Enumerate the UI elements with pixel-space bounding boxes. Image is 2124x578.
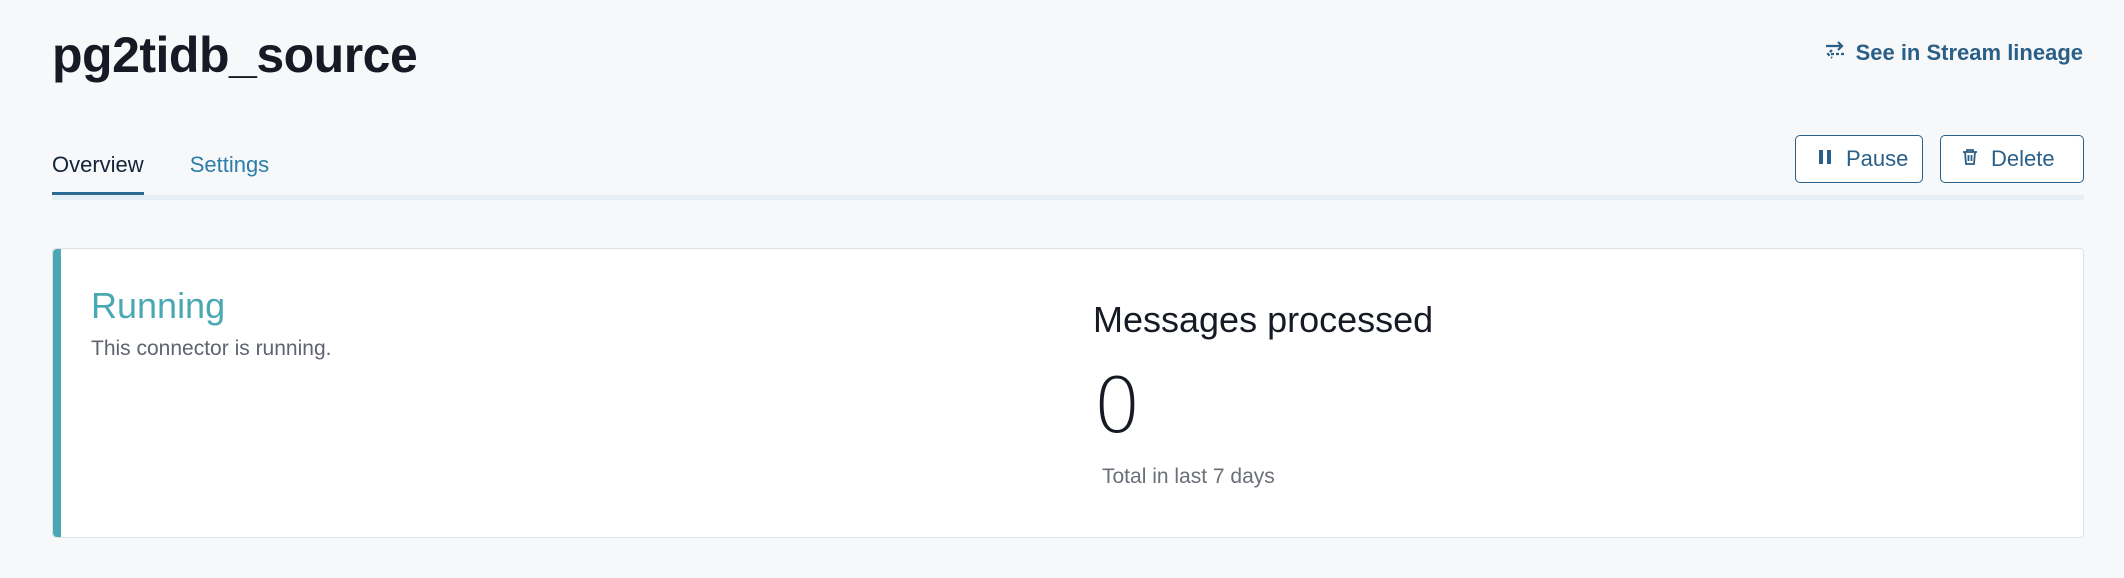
status-description: This connector is running.	[91, 337, 332, 360]
delete-button-label: Delete	[1991, 146, 2055, 171]
messages-processed-title: Messages processed	[1093, 299, 1434, 340]
delete-button[interactable]: Delete	[1940, 135, 2084, 183]
see-in-stream-lineage-link[interactable]: See in Stream lineage	[1824, 40, 2083, 66]
page-title: pg2tidb_source	[52, 27, 418, 83]
status-accent-bar	[53, 249, 61, 537]
tab-bar: Overview Settings	[52, 152, 270, 197]
tab-overview[interactable]: Overview	[52, 152, 144, 197]
tab-divider	[52, 195, 2084, 200]
messages-processed-caption: Total in last 7 days	[1102, 465, 1275, 488]
lineage-icon	[1824, 40, 1846, 66]
lineage-link-label: See in Stream lineage	[1855, 40, 2083, 65]
pause-icon	[1816, 146, 1834, 172]
pause-button[interactable]: Pause	[1795, 135, 1923, 183]
status-card: Running This connector is running. Messa…	[52, 248, 2084, 538]
tab-settings[interactable]: Settings	[190, 152, 270, 196]
messages-processed-value: 0	[1093, 361, 1142, 450]
trash-icon	[1961, 146, 1979, 172]
status-title: Running	[91, 285, 226, 326]
pause-button-label: Pause	[1846, 146, 1909, 171]
